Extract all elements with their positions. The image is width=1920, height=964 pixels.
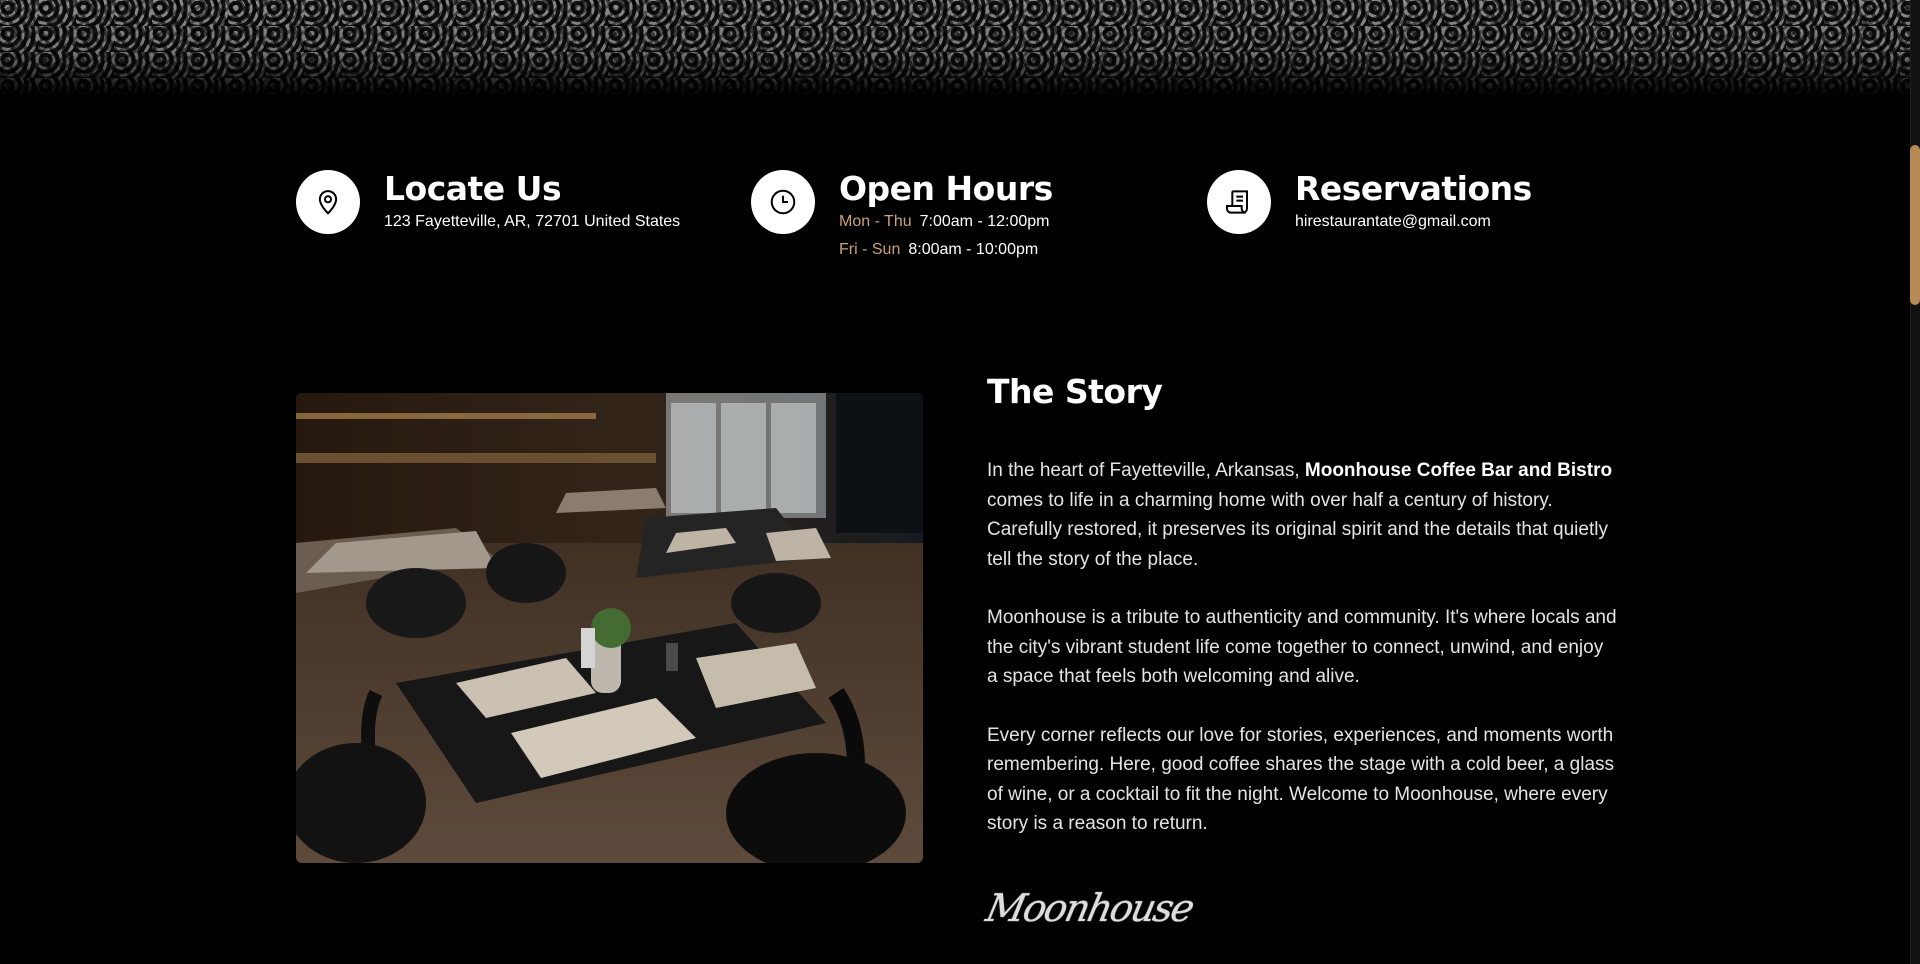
story-paragraph-1: In the heart of Fayetteville, Arkansas, …	[987, 456, 1617, 574]
story-p1-intro: In the heart of Fayetteville, Arkansas,	[987, 460, 1305, 481]
story-paragraph-2: Moonhouse is a tribute to authenticity a…	[987, 607, 1617, 687]
locate-us-block: Locate Us 123 Fayetteville, AR, 72701 Un…	[296, 170, 680, 236]
locate-us-title: Locate Us	[384, 169, 562, 208]
reservations-email-link[interactable]: hirestaurantate@gmail.com	[1295, 208, 1532, 236]
story-paragraph-3: Every corner reflects our love for stori…	[987, 724, 1615, 835]
hours-row: Fri - Sun 8:00am - 10:00pm	[839, 236, 1053, 264]
hours-days: Fri - Sun	[839, 241, 901, 258]
story-p1-rest: comes to life in a charming home with ov…	[987, 489, 1608, 570]
reservations-block: Reservations hirestaurantate@gmail.com	[1207, 170, 1532, 236]
hours-days: Mon - Thu	[839, 213, 912, 230]
scrollbar-track[interactable]	[1910, 0, 1920, 964]
story-section: The Story In the heart of Fayetteville, …	[982, 372, 1617, 930]
hours-time: 8:00am - 10:00pm	[908, 241, 1039, 258]
address-text: 123 Fayetteville, AR, 72701 United State…	[384, 213, 681, 230]
signature-logo: Moonhouse	[982, 885, 1197, 930]
reservation-scroll-icon	[1207, 170, 1271, 234]
open-hours-block: Open Hours Mon - Thu 7:00am - 12:00pm Fri…	[751, 170, 1053, 264]
info-row: Locate Us 123 Fayetteville, AR, 72701 Un…	[296, 170, 1616, 270]
clock-icon	[751, 170, 815, 234]
scrollbar-thumb[interactable]	[1910, 145, 1920, 305]
reservations-title: Reservations	[1295, 169, 1532, 208]
story-paragraphs: In the heart of Fayetteville, Arkansas, …	[987, 456, 1617, 839]
restaurant-interior-photo	[296, 393, 923, 863]
location-pin-icon	[296, 170, 360, 234]
hours-time: 7:00am - 12:00pm	[919, 213, 1050, 230]
decorative-texture-banner	[0, 0, 1910, 96]
hours-row: Mon - Thu 7:00am - 12:00pm	[839, 208, 1053, 236]
story-p1-business-name: Moonhouse Coffee Bar and Bistro	[1304, 460, 1613, 481]
story-title: The Story	[987, 372, 1163, 411]
open-hours-title: Open Hours	[839, 169, 1053, 208]
